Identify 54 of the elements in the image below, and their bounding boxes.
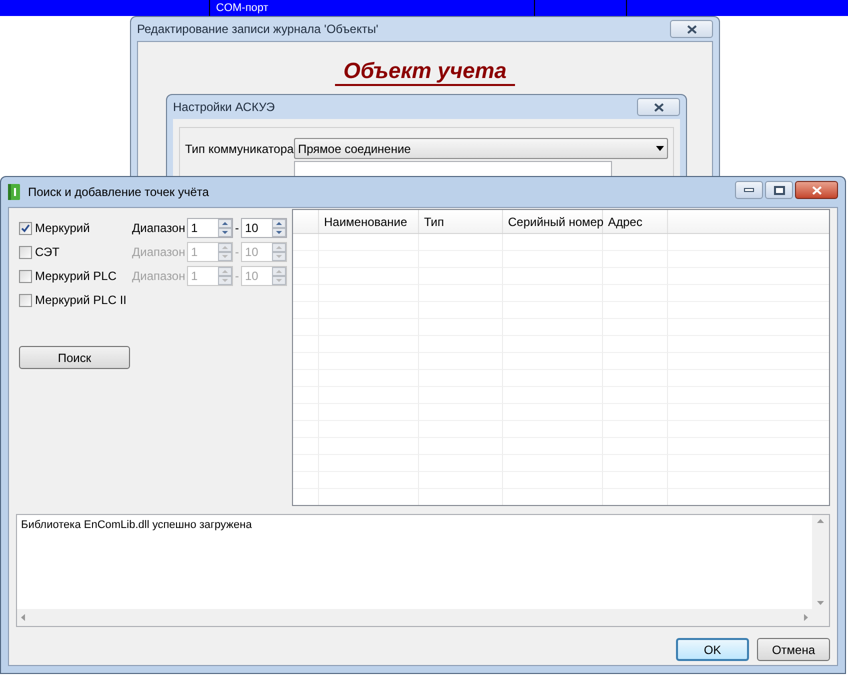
column-header: Тип xyxy=(419,210,503,233)
log-line: Библиотека EnComLib.dll успешно загружена xyxy=(21,518,253,533)
checkbox[interactable] xyxy=(19,222,32,234)
app-icon xyxy=(8,184,20,200)
checkmark-icon xyxy=(21,224,30,232)
spin-arrows-icon xyxy=(272,267,286,285)
spin-arrows-icon xyxy=(272,219,286,237)
spin-arrows-icon xyxy=(218,219,232,237)
dialog-button[interactable]: OK xyxy=(676,638,749,661)
range-label: Диапазон xyxy=(132,268,186,285)
search-button[interactable]: Поиск xyxy=(19,346,130,369)
close-icon xyxy=(654,102,664,112)
maximize-button[interactable] xyxy=(765,181,793,199)
checkbox-label: Меркурий PLC xyxy=(35,268,116,285)
scroll-down-icon xyxy=(817,601,824,605)
spin-arrows-icon xyxy=(218,243,232,261)
scroll-left-icon xyxy=(21,614,25,621)
horizontal-scrollbar[interactable] xyxy=(17,609,812,626)
range-separator: - xyxy=(234,220,240,237)
range-separator: - xyxy=(234,244,240,261)
number-spinbox[interactable]: 1 xyxy=(187,218,233,238)
window-title: Настройки АСКУЭ xyxy=(173,99,275,116)
window-title: Редактирование записи журнала 'Объекты' xyxy=(137,21,378,38)
window-title: Поиск и добавление точек учёта xyxy=(28,184,210,201)
checkbox-label: СЭТ xyxy=(35,244,60,261)
form-heading: Объект учета xyxy=(335,58,515,86)
caret-icon xyxy=(656,146,664,151)
checkbox[interactable] xyxy=(19,246,32,258)
vertical-scrollbar[interactable] xyxy=(812,515,829,609)
spin-arrows-icon xyxy=(218,267,232,285)
range-separator: - xyxy=(234,268,240,285)
checkbox[interactable] xyxy=(19,270,32,282)
minimize-icon xyxy=(744,188,754,192)
close-icon xyxy=(686,24,696,34)
checkbox-label: Меркурий PLC II xyxy=(35,292,126,309)
dialog-button[interactable]: Отмена xyxy=(757,638,830,661)
close-button[interactable] xyxy=(637,98,680,116)
column-header: Серийный номер xyxy=(503,210,603,233)
range-label: Диапазон xyxy=(132,220,186,237)
scroll-up-icon xyxy=(817,519,824,523)
dropdown-field[interactable]: Прямое соединение xyxy=(294,138,668,159)
close-button[interactable] xyxy=(670,20,713,38)
column-header: Наименование xyxy=(319,210,419,233)
minimize-button[interactable] xyxy=(735,181,763,199)
close-button[interactable] xyxy=(795,181,838,199)
close-icon xyxy=(812,186,822,194)
checkbox-label: Меркурий xyxy=(35,220,90,237)
number-spinbox[interactable]: 10 xyxy=(241,218,287,238)
spin-arrows-icon xyxy=(272,243,286,261)
checkbox[interactable] xyxy=(19,294,32,306)
maximize-icon xyxy=(774,186,784,194)
scroll-right-icon xyxy=(804,614,808,621)
range-label: Диапазон xyxy=(132,244,186,261)
column-header: Адрес xyxy=(603,210,668,233)
